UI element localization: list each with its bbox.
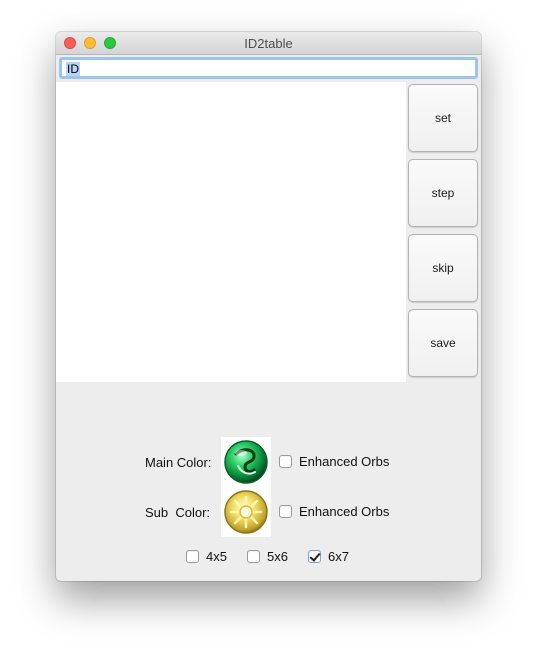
board-size-5x6-label: 5x6 bbox=[267, 549, 288, 564]
main-color-orb-button[interactable] bbox=[221, 437, 271, 487]
id-input-value: ID bbox=[66, 62, 80, 76]
sub-color-label: Sub Color: bbox=[145, 505, 211, 520]
sub-enhanced-orbs-label: Enhanced Orbs bbox=[299, 504, 390, 519]
title-bar[interactable]: ID2table bbox=[56, 32, 481, 55]
sub-enhanced-orbs-checkbox[interactable] bbox=[279, 505, 292, 518]
id-input[interactable]: ID bbox=[59, 57, 478, 79]
board-size-6x7-checkbox[interactable] bbox=[308, 550, 321, 563]
green-wood-orb-icon bbox=[224, 440, 268, 484]
sub-color-row: Sub Color: Enhanced Orbs bbox=[56, 487, 481, 537]
window-title: ID2table bbox=[244, 36, 293, 51]
set-button[interactable]: set bbox=[408, 84, 478, 152]
app-window: ID2table ID set step skip save Main Colo… bbox=[56, 32, 481, 581]
board-canvas[interactable] bbox=[56, 82, 406, 382]
main-enhanced-orbs-checkbox[interactable] bbox=[279, 455, 292, 468]
step-button[interactable]: step bbox=[408, 159, 478, 227]
skip-button[interactable]: skip bbox=[408, 234, 478, 302]
save-button[interactable]: save bbox=[408, 309, 478, 377]
yellow-light-orb-icon bbox=[224, 490, 268, 534]
main-color-row: Main Color: Enhanced Orbs bbox=[56, 437, 481, 487]
board-size-6x7-label: 6x7 bbox=[328, 549, 349, 564]
main-color-label: Main Color: bbox=[145, 455, 212, 470]
main-enhanced-orbs-label: Enhanced Orbs bbox=[299, 454, 390, 469]
sub-color-orb-button[interactable] bbox=[221, 487, 271, 537]
board-size-row: 4x5 5x6 6x7 bbox=[56, 544, 481, 570]
board-size-4x5-checkbox[interactable] bbox=[186, 550, 199, 563]
board-size-4x5-label: 4x5 bbox=[206, 549, 227, 564]
board-size-5x6-checkbox[interactable] bbox=[247, 550, 260, 563]
